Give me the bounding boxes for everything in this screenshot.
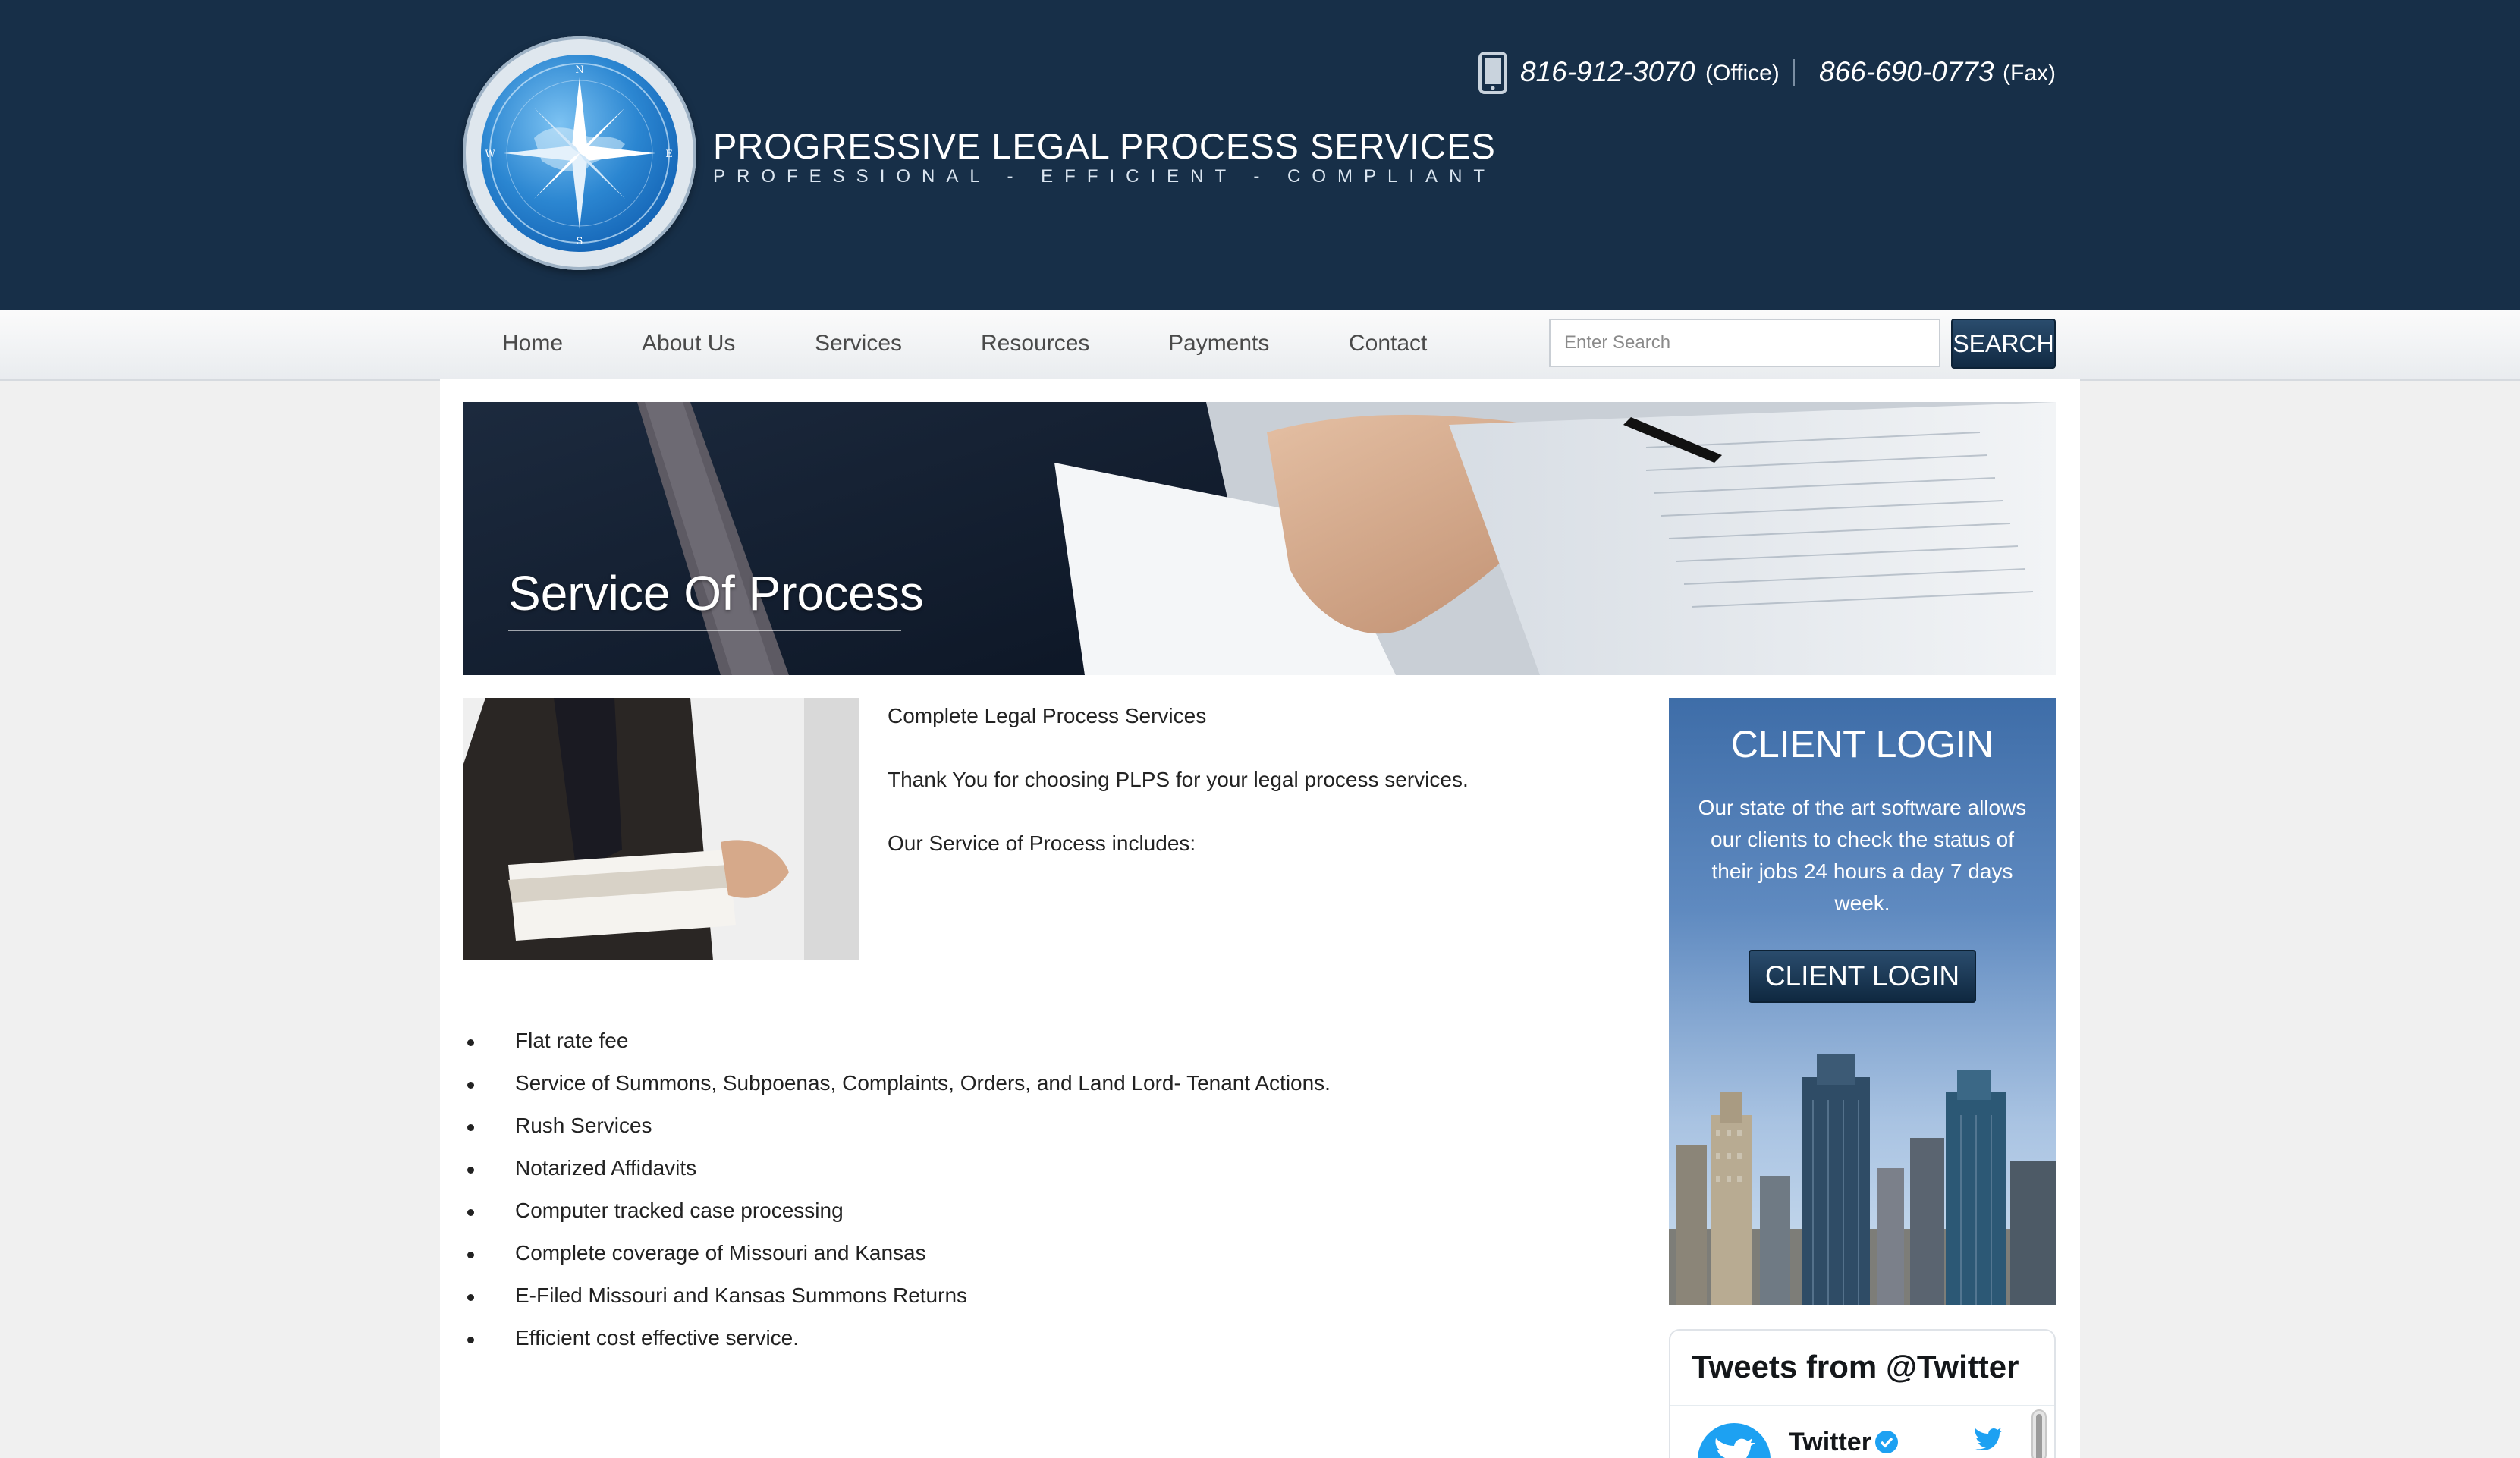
twitter-widget: Tweets from @Twitter Twitter bbox=[1669, 1329, 2056, 1458]
phone-fax-label: (Fax) bbox=[2003, 61, 2056, 86]
list-item: Complete coverage of Missouri and Kansas bbox=[463, 1236, 1601, 1279]
compass-logo[interactable]: N S E W bbox=[463, 36, 696, 270]
twitter-scrollbar-thumb[interactable] bbox=[2036, 1414, 2042, 1458]
intro-includes: Our Service of Process includes: bbox=[888, 831, 1196, 855]
twitter-divider bbox=[1670, 1405, 2054, 1406]
client-login-panel: CLIENT LOGIN Our state of the art softwa… bbox=[1669, 698, 2056, 1305]
twitter-bird-icon bbox=[1715, 1438, 1755, 1458]
page-banner: Service Of Process bbox=[463, 402, 2056, 675]
process-server-photo bbox=[463, 698, 859, 960]
main-nav: Home About Us Services Resources Payment… bbox=[0, 310, 2520, 381]
nav-home[interactable]: Home bbox=[502, 331, 563, 357]
list-item: Service of Summons, Subpoenas, Complaint… bbox=[463, 1067, 1601, 1109]
twitter-bird-icon[interactable] bbox=[1974, 1428, 2004, 1453]
nav-resources[interactable]: Resources bbox=[981, 331, 1089, 357]
nav-contact[interactable]: Contact bbox=[1349, 331, 1427, 357]
list-item: Computer tracked case processing bbox=[463, 1194, 1601, 1236]
list-item: Flat rate fee bbox=[463, 1024, 1601, 1067]
compass-w-letter: W bbox=[485, 149, 495, 160]
banner-image bbox=[463, 402, 2056, 675]
nav-payments[interactable]: Payments bbox=[1168, 331, 1269, 357]
search-button[interactable]: SEARCH bbox=[1951, 319, 2056, 369]
twitter-widget-title[interactable]: Tweets from @Twitter bbox=[1692, 1349, 2019, 1385]
list-item: E-Filed Missouri and Kansas Summons Retu… bbox=[463, 1279, 1601, 1321]
client-login-button[interactable]: CLIENT LOGIN bbox=[1749, 950, 1976, 1003]
services-list: Flat rate fee Service of Summons, Subpoe… bbox=[463, 1024, 1601, 1364]
list-item: Rush Services bbox=[463, 1109, 1601, 1152]
phone-fax-number[interactable]: 866-690-0773 bbox=[1819, 56, 1994, 88]
client-login-text: Our state of the art software allows our… bbox=[1698, 796, 2027, 915]
twitter-account-name[interactable]: Twitter bbox=[1789, 1428, 1871, 1457]
city-skyline-image bbox=[1669, 1054, 2056, 1305]
site-header: N S E W PROGRESSIVE LEGAL PROCESS SERVIC… bbox=[0, 0, 2520, 310]
page-title: Service Of Process bbox=[508, 566, 924, 621]
compass-e-letter: E bbox=[665, 149, 673, 160]
title-underline bbox=[508, 630, 901, 631]
compass-s-letter: S bbox=[577, 236, 583, 247]
twitter-avatar[interactable] bbox=[1698, 1423, 1771, 1458]
search-input[interactable] bbox=[1549, 319, 1940, 367]
nav-services[interactable]: Services bbox=[815, 331, 902, 357]
list-item: Notarized Affidavits bbox=[463, 1152, 1601, 1194]
compass-n-letter: N bbox=[575, 64, 583, 76]
phone-office-label: (Office) bbox=[1705, 61, 1780, 86]
client-login-title: CLIENT LOGIN bbox=[1730, 723, 1994, 765]
verified-badge-icon bbox=[1875, 1431, 1898, 1453]
phone-office-number[interactable]: 816-912-3070 bbox=[1520, 56, 1695, 88]
compass-icon: N S E W bbox=[481, 55, 678, 252]
nav-about-us[interactable]: About Us bbox=[642, 331, 735, 357]
phone-icon bbox=[1478, 52, 1507, 94]
intro-thanks: Thank You for choosing PLPS for your leg… bbox=[888, 768, 1469, 791]
logo-tagline: PROFESSIONAL - EFFICIENT - COMPLIANT bbox=[713, 166, 1497, 187]
logo-title[interactable]: PROGRESSIVE LEGAL PROCESS SERVICES bbox=[713, 125, 1496, 167]
list-item: Efficient cost effective service. bbox=[463, 1321, 1601, 1364]
phone-separator bbox=[1793, 59, 1795, 86]
intro-heading: Complete Legal Process Services bbox=[888, 704, 1207, 727]
